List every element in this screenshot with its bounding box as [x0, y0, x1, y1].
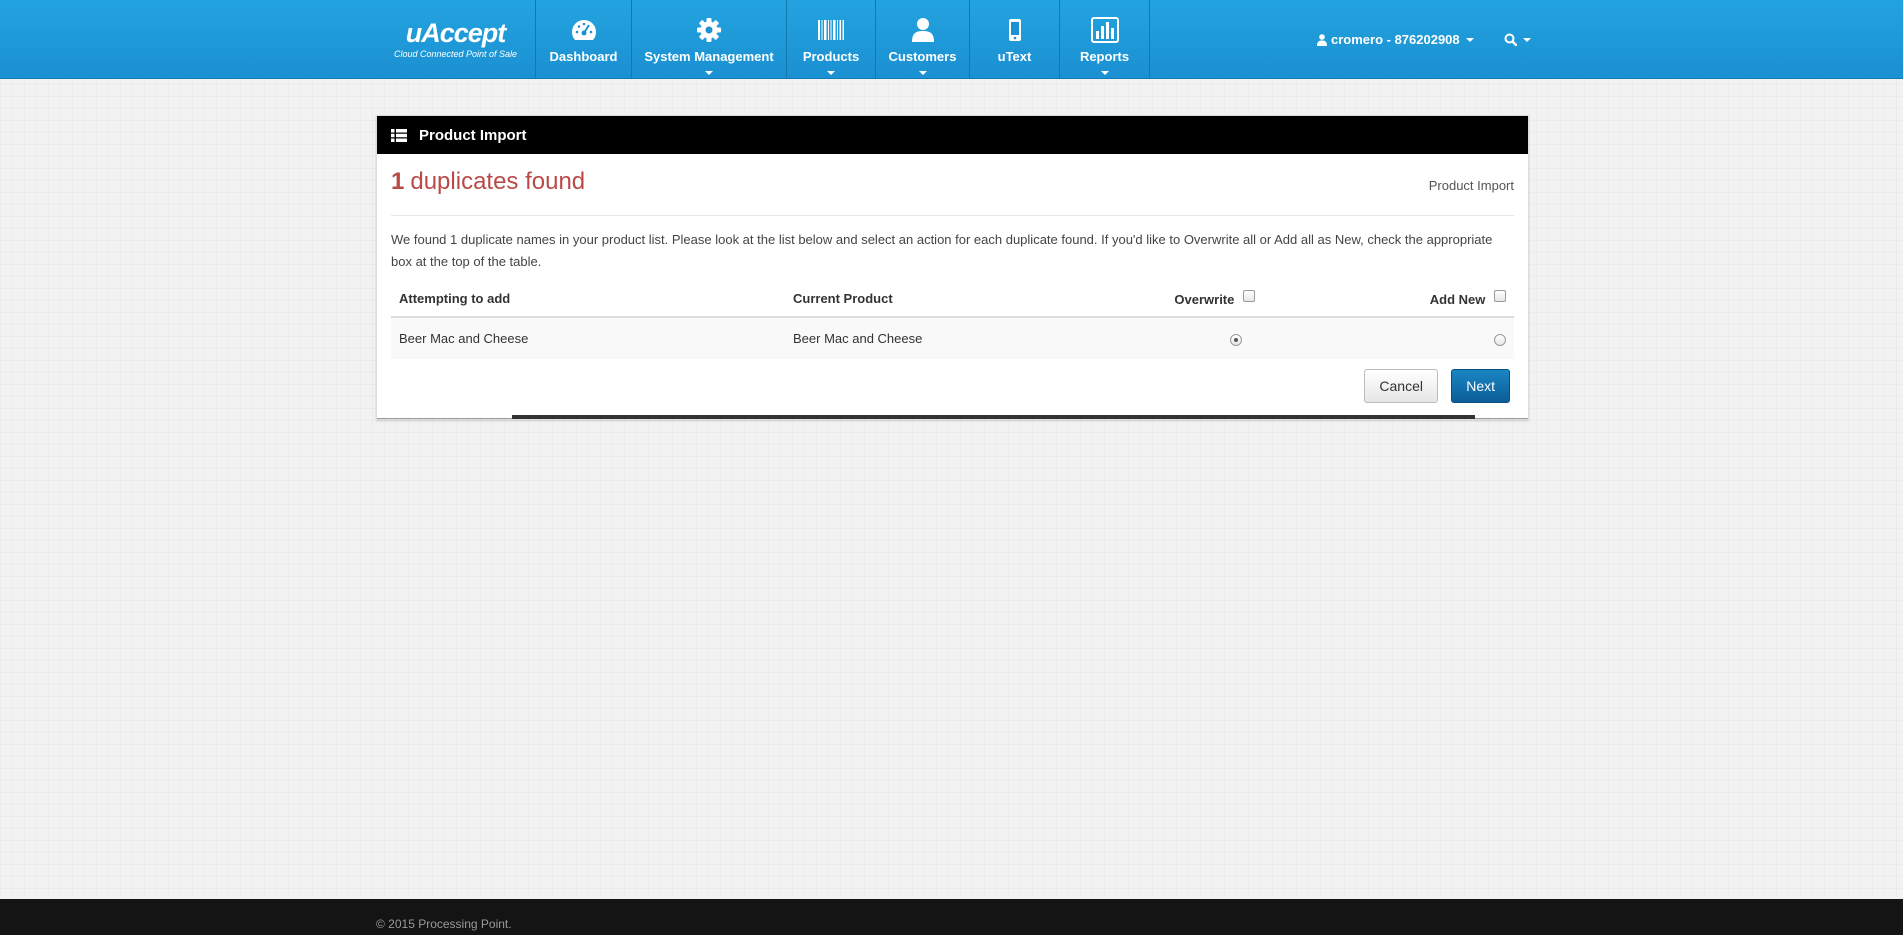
duplicate-count: 1 — [391, 168, 405, 195]
nav-label-system-management: System Management — [644, 49, 774, 64]
chevron-down-icon — [705, 71, 713, 75]
column-header-add-new: Add New — [1263, 281, 1514, 318]
nav-item-utext[interactable]: uText — [970, 0, 1060, 79]
form-actions: Cancel Next — [391, 359, 1514, 415]
column-header-overwrite: Overwrite — [1090, 281, 1263, 318]
nav-item-customers[interactable]: Customers — [876, 0, 970, 79]
chevron-down-icon — [1523, 37, 1531, 42]
nav-label-utext: uText — [997, 49, 1032, 64]
main-nav: Dashboard System Management Products Cus… — [535, 0, 1150, 79]
search-icon — [1504, 33, 1517, 46]
dashboard-gauge-icon — [570, 16, 598, 44]
cell-current: Beer Mac and Cheese — [785, 317, 1090, 359]
column-header-attempting: Attempting to add — [391, 281, 785, 318]
table-row: Beer Mac and Cheese Beer Mac and Cheese — [391, 317, 1514, 359]
user-icon — [1317, 33, 1327, 46]
chevron-down-icon — [827, 71, 835, 75]
overwrite-header-label: Overwrite — [1174, 292, 1235, 307]
add-new-header-label: Add New — [1429, 292, 1486, 307]
user-menu[interactable]: cromero - 876202908 — [1317, 32, 1474, 47]
add-new-all-checkbox[interactable] — [1494, 290, 1506, 302]
cancel-button[interactable]: Cancel — [1364, 369, 1438, 403]
nav-label-dashboard: Dashboard — [549, 49, 618, 64]
page-footer: © 2015 Processing Point. — [0, 899, 1903, 935]
title-row: 1 duplicates found Product Import — [391, 154, 1514, 216]
copyright-text: © 2015 Processing Point. — [376, 917, 512, 931]
overwrite-radio[interactable] — [1230, 333, 1242, 346]
duplicates-table: Attempting to add Current Product Overwr… — [391, 281, 1514, 359]
panel-heading-title: Product Import — [419, 126, 527, 144]
panel-body: 1 duplicates found Product Import We foun… — [377, 154, 1528, 415]
next-button[interactable]: Next — [1451, 369, 1510, 403]
user-label: cromero - 876202908 — [1331, 32, 1460, 47]
page-title: 1 duplicates found — [391, 168, 585, 196]
panel-heading: Product Import — [377, 116, 1528, 154]
description-text: We found 1 duplicate names in your produ… — [391, 232, 1493, 269]
nav-label-products: Products — [802, 49, 860, 64]
overwrite-all-checkbox[interactable] — [1243, 290, 1255, 302]
list-icon — [391, 128, 407, 142]
cell-overwrite — [1090, 317, 1263, 359]
nav-item-products[interactable]: Products — [787, 0, 876, 79]
gear-icon — [696, 16, 722, 44]
cell-attempting: Beer Mac and Cheese — [391, 317, 785, 359]
user-icon — [911, 16, 935, 44]
add-new-radio[interactable] — [1494, 333, 1506, 346]
nav-item-system-management[interactable]: System Management — [632, 0, 787, 79]
nav-label-reports: Reports — [1079, 49, 1130, 64]
column-header-current: Current Product — [785, 281, 1090, 318]
barcode-icon — [817, 16, 845, 44]
chevron-down-icon — [1100, 71, 1109, 75]
title-text: duplicates found — [410, 168, 586, 195]
logo-tagline: Cloud Connected Point of Sale — [393, 49, 518, 59]
chevron-down-icon — [1465, 37, 1474, 42]
nav-item-reports[interactable]: Reports — [1060, 0, 1150, 79]
nav-item-dashboard[interactable]: Dashboard — [536, 0, 632, 79]
chevron-down-icon — [918, 71, 927, 75]
logo-text: uAccept — [405, 18, 507, 48]
table-header-row: Attempting to add Current Product Overwr… — [391, 281, 1514, 318]
nav-label-customers: Customers — [888, 49, 957, 64]
panel-bottom-bar — [512, 415, 1475, 419]
bar-chart-icon — [1090, 16, 1119, 44]
top-navbar: uAccept Cloud Connected Point of Sale Da… — [0, 0, 1903, 79]
mobile-phone-icon — [1008, 16, 1022, 44]
app-logo[interactable]: uAccept Cloud Connected Point of Sale — [376, 0, 535, 79]
product-import-panel: Product Import 1 duplicates found Product… — [376, 115, 1529, 420]
search-menu[interactable] — [1504, 33, 1531, 46]
cell-add-new — [1263, 317, 1514, 359]
breadcrumb: Product Import — [1428, 178, 1514, 193]
